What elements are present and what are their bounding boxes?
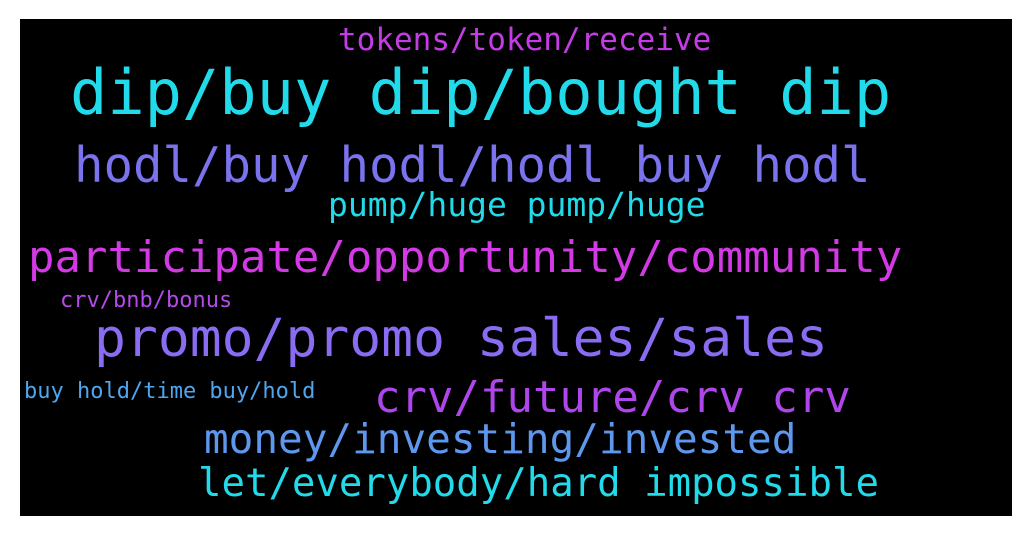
word-participate-opportunity-community: participate/opportunity/community [28,232,903,283]
word-money-investing-invested: money/investing/invested [204,415,797,463]
word-cloud-canvas: tokens/token/receive dip/buy dip/bought … [20,19,1012,516]
word-crv-future-crv: crv/future/crv crv [374,372,851,423]
word-promo-sales: promo/promo sales/sales [94,308,828,369]
word-let-everybody-hard-impossible: let/everybody/hard impossible [198,461,879,506]
word-pump-huge-pump: pump/huge pump/huge [328,185,706,224]
word-dip-buy-dip-bought-dip: dip/buy dip/bought dip [70,56,892,129]
word-hodl-buy-hodl: hodl/buy hodl/hodl buy hodl [74,137,871,194]
word-tokens-token-receive: tokens/token/receive [338,22,712,58]
word-buy-hold-time: buy hold/time buy/hold [24,379,316,404]
